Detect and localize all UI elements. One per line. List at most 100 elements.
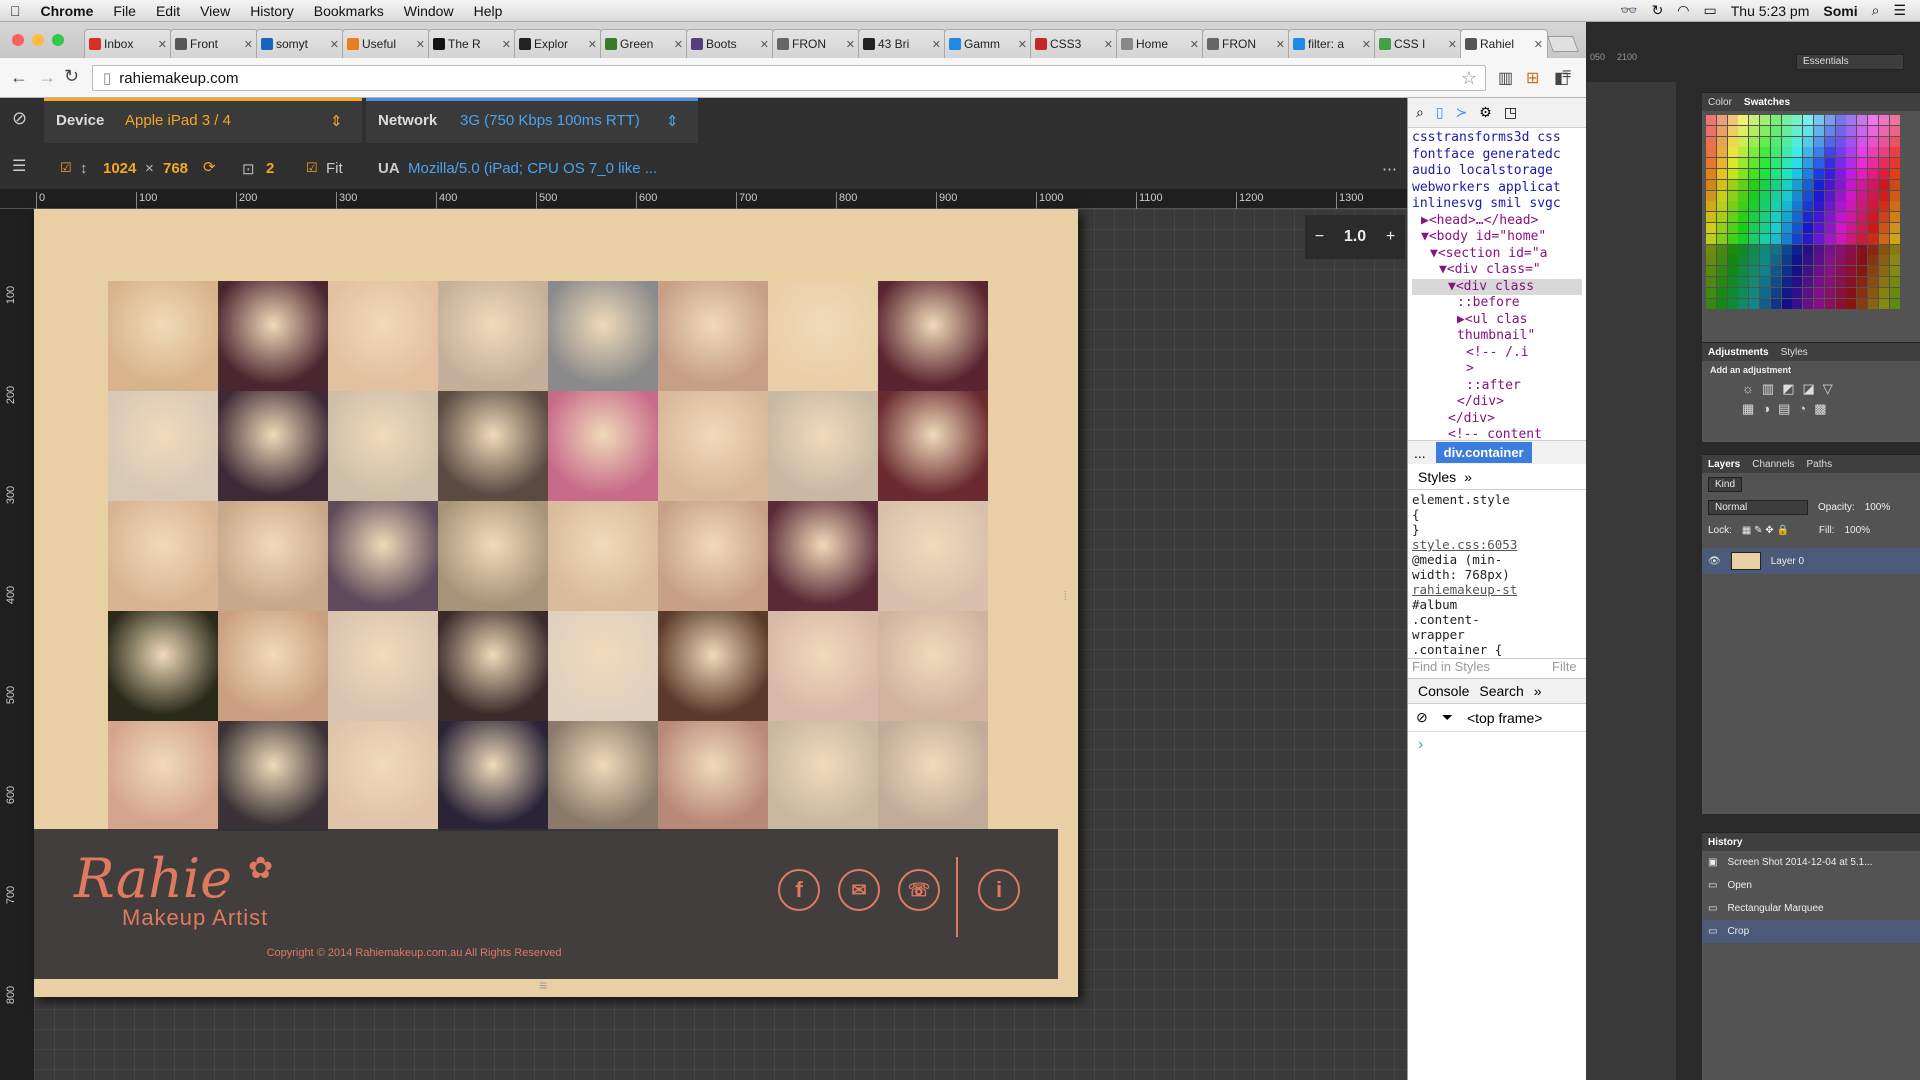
browser-tab[interactable]: Rahiel ✕: [1460, 29, 1548, 58]
swatch[interactable]: [1760, 233, 1770, 244]
swatch[interactable]: [1835, 298, 1846, 309]
swatch[interactable]: [1770, 298, 1781, 309]
gallery-photo[interactable]: [768, 391, 878, 501]
swatch[interactable]: [1814, 223, 1824, 233]
swatch[interactable]: [1846, 277, 1857, 287]
extension-2-icon[interactable]: ⊞: [1526, 68, 1539, 88]
swatch[interactable]: [1824, 201, 1835, 212]
swatch[interactable]: [1846, 115, 1857, 125]
address-bar[interactable]: ▯ rahiemakeup.com ☆: [92, 65, 1486, 91]
swatch[interactable]: [1878, 298, 1889, 309]
gallery-photo[interactable]: [768, 611, 878, 721]
swatch[interactable]: [1770, 147, 1781, 158]
swatch[interactable]: [1727, 223, 1738, 233]
swatch[interactable]: [1824, 287, 1835, 298]
swatch[interactable]: [1716, 223, 1727, 233]
swatch[interactable]: [1857, 287, 1868, 298]
rotate-icon[interactable]: ⟳: [203, 158, 216, 176]
swatch[interactable]: [1835, 158, 1846, 169]
swatch[interactable]: [1868, 255, 1878, 266]
swatch[interactable]: [1727, 233, 1738, 244]
swatch[interactable]: [1889, 179, 1900, 190]
swatch[interactable]: [1868, 136, 1878, 147]
swatch[interactable]: [1824, 255, 1835, 266]
swatch[interactable]: [1868, 115, 1878, 125]
style-line[interactable]: @media (min-: [1412, 552, 1582, 567]
swatch[interactable]: [1857, 201, 1868, 212]
browser-tab[interactable]: Gamm ✕: [944, 29, 1032, 58]
reload-icon[interactable]: ↻: [64, 66, 79, 87]
dom-node[interactable]: ▼<div class: [1412, 278, 1582, 295]
browser-tab[interactable]: Explor ✕: [514, 29, 602, 58]
swatch[interactable]: [1814, 190, 1824, 201]
blend-mode-select[interactable]: Normal: [1708, 500, 1808, 515]
swatch[interactable]: [1770, 190, 1781, 201]
swatch[interactable]: [1835, 277, 1846, 287]
swatch[interactable]: [1727, 255, 1738, 266]
swatch[interactable]: [1889, 169, 1900, 179]
browser-tab[interactable]: CSS I ✕: [1374, 29, 1462, 58]
browser-tab[interactable]: The R ✕: [428, 29, 516, 58]
swatch[interactable]: [1727, 244, 1738, 255]
inspect-icon[interactable]: ⌕: [1416, 104, 1424, 121]
tab-close-icon[interactable]: ✕: [930, 38, 941, 51]
tab-close-icon[interactable]: ✕: [1016, 38, 1027, 51]
filter-icon[interactable]: ⏷: [1442, 709, 1453, 726]
swatch[interactable]: [1889, 287, 1900, 298]
gallery-photo[interactable]: [438, 721, 548, 831]
gallery-photo[interactable]: [658, 501, 768, 611]
swatch[interactable]: [1738, 266, 1749, 277]
swatch[interactable]: [1857, 169, 1868, 179]
tab-close-icon[interactable]: ✕: [1446, 38, 1457, 51]
swatch[interactable]: [1760, 255, 1770, 266]
gallery-photo[interactable]: [328, 611, 438, 721]
close-window-button[interactable]: [12, 34, 24, 46]
swatch[interactable]: [1738, 115, 1749, 125]
swatch[interactable]: [1846, 179, 1857, 190]
clock[interactable]: Thu 5:23 pm: [1731, 3, 1810, 19]
swatch[interactable]: [1749, 136, 1760, 147]
swatch[interactable]: [1749, 190, 1760, 201]
tab-close-icon[interactable]: ✕: [156, 38, 167, 51]
zoom-out-icon[interactable]: −: [1315, 228, 1324, 246]
swatch[interactable]: [1835, 147, 1846, 158]
browser-tab[interactable]: 43 Bri ✕: [858, 29, 946, 58]
swatch[interactable]: [1792, 212, 1803, 223]
swatch[interactable]: [1857, 212, 1868, 223]
dom-node[interactable]: <!-- content: [1412, 427, 1582, 440]
browser-tab[interactable]: Inbox ✕: [84, 29, 172, 58]
tab-close-icon[interactable]: ✕: [1188, 38, 1199, 51]
swatch[interactable]: [1857, 233, 1868, 244]
swatch[interactable]: [1803, 277, 1814, 287]
swatch[interactable]: [1716, 125, 1727, 136]
swatch[interactable]: [1792, 190, 1803, 201]
swatch[interactable]: [1716, 190, 1727, 201]
swatch[interactable]: [1716, 115, 1727, 125]
swatch[interactable]: [1824, 298, 1835, 309]
swatch[interactable]: [1760, 277, 1770, 287]
swatch[interactable]: [1738, 298, 1749, 309]
swatch[interactable]: [1857, 115, 1868, 125]
swatch[interactable]: [1889, 201, 1900, 212]
layer-name[interactable]: Layer 0: [1771, 556, 1804, 567]
menu-bookmarks[interactable]: Bookmarks: [304, 3, 394, 19]
swatch[interactable]: [1824, 125, 1835, 136]
adjustment-icons[interactable]: ☼▥◩◪▽: [1702, 379, 1920, 399]
swatch[interactable]: [1814, 244, 1824, 255]
swatch[interactable]: [1706, 255, 1716, 266]
gallery-photo[interactable]: [328, 391, 438, 501]
swatch[interactable]: [1835, 223, 1846, 233]
gallery-photo[interactable]: [658, 391, 768, 501]
swatch[interactable]: [1792, 298, 1803, 309]
swatch[interactable]: [1868, 125, 1878, 136]
swatch[interactable]: [1889, 125, 1900, 136]
ps-tab-color[interactable]: Color: [1708, 97, 1732, 108]
swatch[interactable]: [1738, 201, 1749, 212]
adjustment-icons-2[interactable]: ▦◑▤◔▩: [1702, 399, 1920, 419]
swatch[interactable]: [1727, 136, 1738, 147]
swatch[interactable]: [1878, 136, 1889, 147]
swatch[interactable]: [1889, 266, 1900, 277]
style-line[interactable]: width: 768px): [1412, 567, 1582, 582]
new-tab-button[interactable]: [1547, 36, 1579, 52]
swatch[interactable]: [1878, 179, 1889, 190]
